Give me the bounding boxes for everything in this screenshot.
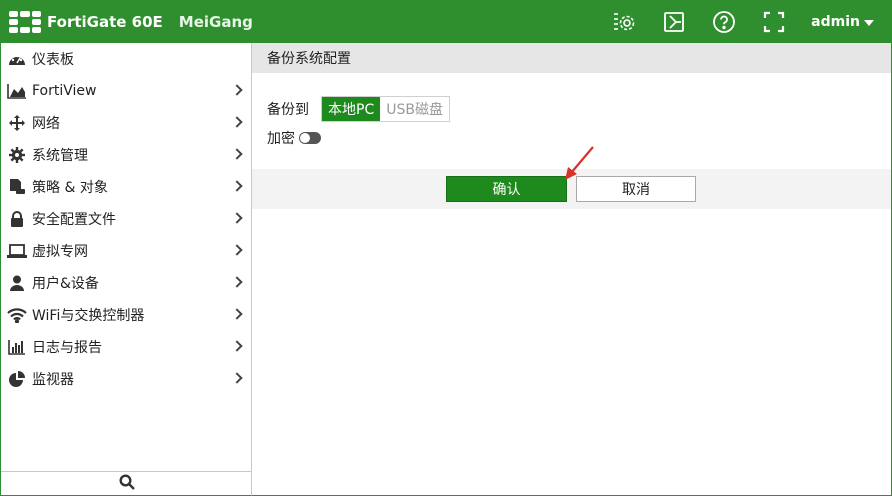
area-chart-icon — [7, 83, 27, 99]
encrypt-row: 加密 — [267, 128, 321, 148]
chevron-right-icon — [231, 308, 243, 320]
fortinet-logo-icon[interactable] — [9, 10, 41, 33]
sidebar-item-label: 监视器 — [32, 372, 74, 388]
sidebar-item-network[interactable]: 网络 — [1, 107, 251, 139]
sidebar-item-fortiview[interactable]: FortiView — [1, 75, 251, 107]
cli-console-icon[interactable] — [611, 9, 637, 35]
backup-usb-option[interactable]: USB磁盘 — [380, 97, 449, 121]
search-icon[interactable] — [118, 473, 135, 494]
sidebar-item-monitor[interactable]: 监视器 — [1, 363, 251, 395]
sidebar-item-label: 系统管理 — [32, 148, 88, 164]
sidebar-item-vpn[interactable]: 虚拟专网 — [1, 235, 251, 267]
section-title: 备份系统配置 — [267, 51, 351, 67]
main-panel: 备份系统配置 备份到 本地PC USB磁盘 加密 确认 取消 — [252, 43, 892, 496]
sidebar-item-user-device[interactable]: 用户&设备 — [1, 267, 251, 299]
video-frame-icon[interactable] — [661, 9, 687, 35]
sidebar-item-dashboard[interactable]: 仪表板 — [1, 43, 251, 75]
ok-button[interactable]: 确认 — [446, 176, 567, 202]
red-arrow-annotation — [565, 146, 594, 180]
help-icon[interactable] — [711, 9, 737, 35]
hostname: MeiGang — [178, 12, 253, 31]
admin-menu[interactable]: admin — [811, 14, 874, 30]
sidebar-item-label: 用户&设备 — [32, 276, 99, 292]
chevron-right-icon — [231, 148, 243, 160]
gear-icon — [7, 147, 27, 163]
arrows-move-icon — [7, 115, 27, 131]
sidebar-item-label: 虚拟专网 — [32, 244, 88, 260]
backup-local-pc-option[interactable]: 本地PC — [322, 97, 381, 121]
laptop-icon — [7, 243, 27, 259]
sidebar: 仪表板 FortiView 网络 系统管理 策略 & 对象 安全配置文件 虚拟专… — [0, 43, 252, 496]
top-right-tools: admin — [611, 0, 892, 43]
chevron-right-icon — [231, 180, 243, 192]
toggle-knob — [300, 133, 310, 143]
expand-icon[interactable] — [761, 9, 787, 35]
sidebar-item-security-profiles[interactable]: 安全配置文件 — [1, 203, 251, 235]
policy-icon — [7, 179, 27, 195]
encrypt-label: 加密 — [267, 131, 295, 147]
device-model: FortiGate 60E — [47, 12, 163, 31]
sidebar-item-log-report[interactable]: 日志与报告 — [1, 331, 251, 363]
sidebar-item-label: FortiView — [32, 83, 97, 99]
sidebar-item-label: 策略 & 对象 — [32, 180, 108, 196]
chevron-right-icon — [231, 372, 243, 384]
encrypt-toggle[interactable] — [299, 132, 321, 144]
user-icon — [7, 275, 27, 291]
wifi-icon — [7, 307, 27, 323]
sidebar-item-label: 日志与报告 — [32, 340, 102, 356]
top-bar: FortiGate 60E MeiGang admin — [0, 0, 892, 43]
sidebar-item-label: 网络 — [32, 116, 60, 132]
chevron-right-icon — [231, 212, 243, 224]
sidebar-item-label: 仪表板 — [32, 52, 74, 68]
sidebar-item-wifi-switch[interactable]: WiFi与交换控制器 — [1, 299, 251, 331]
sidebar-item-label: WiFi与交换控制器 — [32, 308, 145, 324]
sidebar-item-label: 安全配置文件 — [32, 212, 116, 228]
dashboard-icon — [7, 51, 27, 67]
caret-down-icon — [864, 19, 874, 26]
chevron-right-icon — [231, 84, 243, 96]
sidebar-search[interactable] — [1, 471, 252, 495]
admin-label: admin — [811, 13, 860, 30]
lock-icon — [7, 211, 27, 227]
chevron-right-icon — [231, 340, 243, 352]
chevron-right-icon — [231, 116, 243, 128]
backup-destination-toggle: 本地PC USB磁盘 — [321, 96, 450, 122]
backup-to-label: 备份到 — [267, 102, 309, 118]
chevron-right-icon — [231, 276, 243, 288]
pie-chart-icon — [7, 371, 27, 387]
bar-chart-icon — [7, 339, 27, 355]
backup-to-row: 备份到 本地PC USB磁盘 — [267, 96, 450, 122]
sidebar-item-policy[interactable]: 策略 & 对象 — [1, 171, 251, 203]
chevron-right-icon — [231, 244, 243, 256]
section-header: 备份系统配置 — [252, 43, 891, 73]
sidebar-item-system[interactable]: 系统管理 — [1, 139, 251, 171]
